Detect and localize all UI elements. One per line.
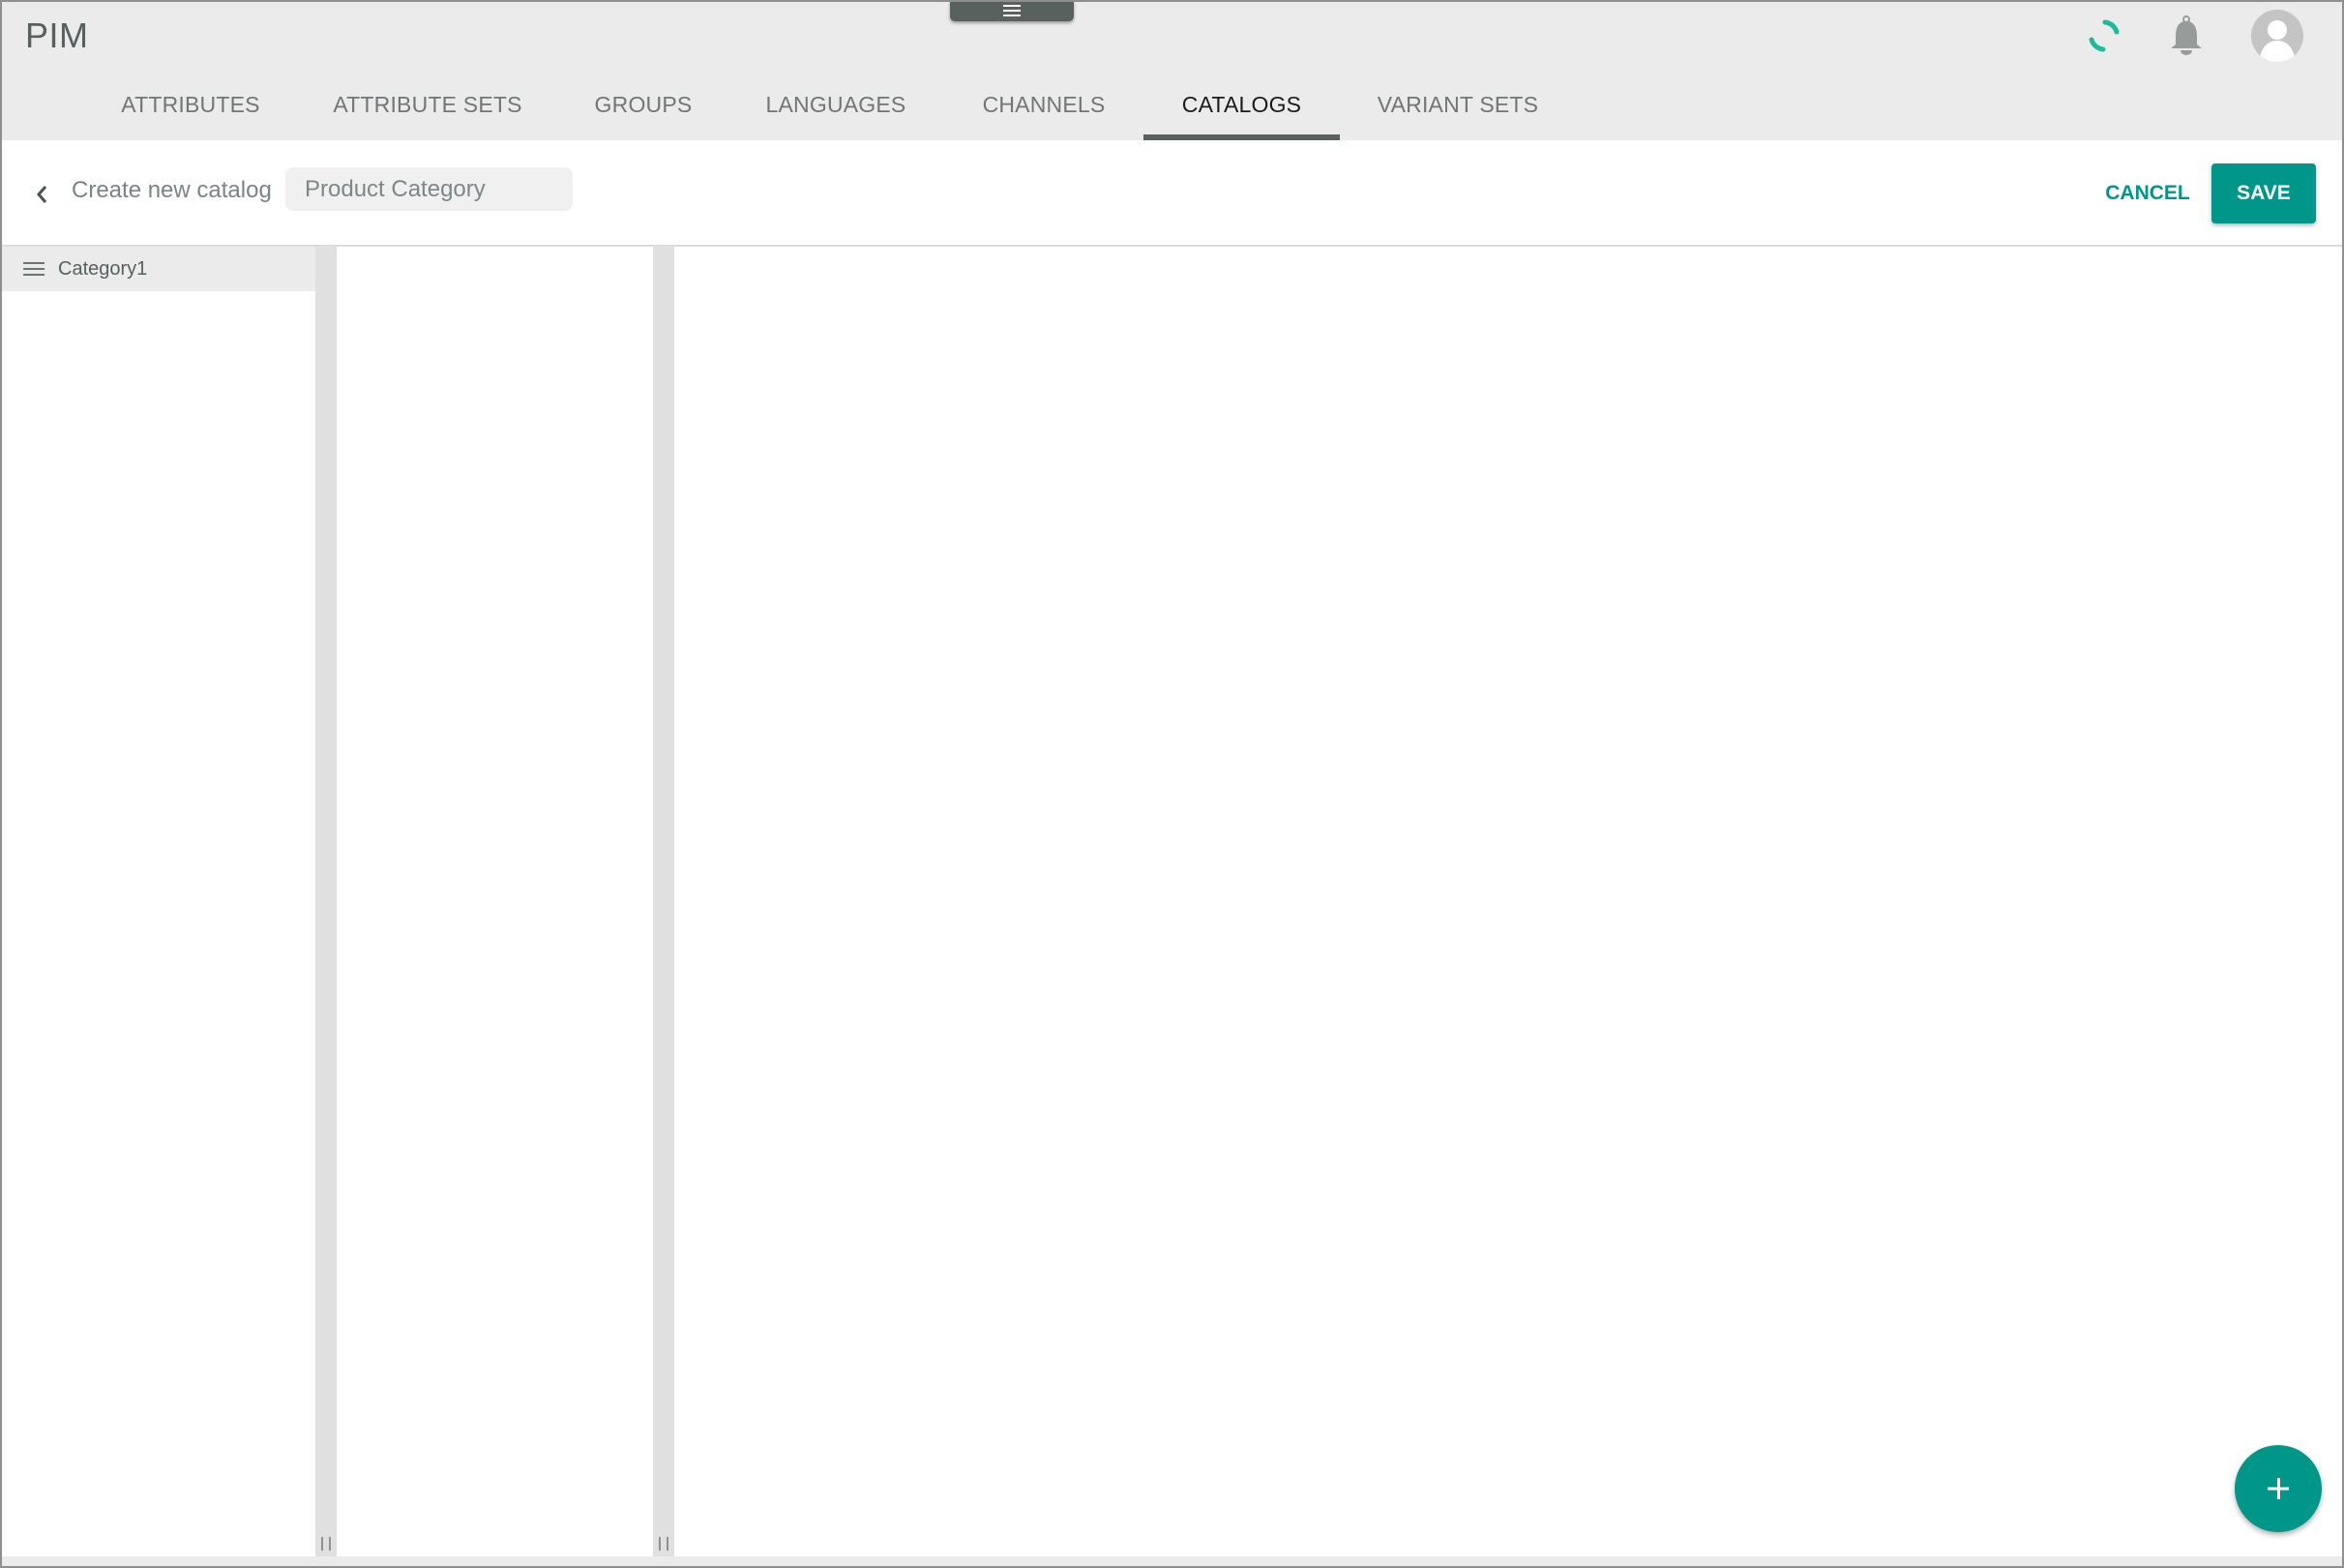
- catalog-toolbar: Create new catalog CANCEL SAVE: [2, 140, 2342, 247]
- tab-label: ATTRIBUTE SETS: [333, 92, 522, 117]
- tree-item[interactable]: Category1: [2, 247, 315, 291]
- menu-icon: [1003, 5, 1021, 16]
- tab-catalogs[interactable]: CATALOGS: [1143, 85, 1340, 140]
- save-button[interactable]: SAVE: [2211, 163, 2316, 223]
- tree-item-label: Category1: [58, 257, 148, 280]
- catalog-name-input[interactable]: [285, 167, 573, 211]
- tab-label: GROUPS: [594, 92, 693, 117]
- drag-handle-icon[interactable]: [23, 262, 45, 276]
- resize-grip-icon: [659, 1537, 668, 1551]
- app-window: PIM ATTRIBUTES ATTRIBUTE SETS GROUPS LAN…: [0, 0, 2344, 1568]
- tab-label: VARIANT SETS: [1377, 92, 1539, 117]
- app-header: PIM ATTRIBUTES ATTRIBUTE SETS GROUPS LAN…: [2, 2, 2342, 140]
- tab-channels[interactable]: CHANNELS: [969, 85, 1118, 140]
- tab-label: ATTRIBUTES: [121, 92, 260, 117]
- loading-spinner-icon: [2089, 19, 2120, 52]
- tree-column-3: [675, 247, 2342, 1556]
- tab-attributes[interactable]: ATTRIBUTES: [113, 85, 268, 140]
- catalog-tree-area: Category1: [2, 247, 2342, 1556]
- tab-label: LANGUAGES: [765, 92, 906, 117]
- cancel-button[interactable]: CANCEL: [2099, 163, 2196, 223]
- page-title: Create new catalog: [72, 177, 272, 203]
- user-avatar[interactable]: [2251, 10, 2303, 62]
- tree-column-2: [337, 247, 653, 1556]
- tab-variant-sets[interactable]: VARIANT SETS: [1366, 85, 1550, 140]
- bell-icon[interactable]: [2168, 15, 2205, 56]
- tree-column-1: Category1: [2, 247, 315, 1556]
- tab-groups[interactable]: GROUPS: [582, 85, 704, 140]
- resize-grip-icon: [321, 1537, 331, 1551]
- app-title: PIM: [25, 15, 89, 55]
- tab-label: CATALOGS: [1181, 92, 1302, 117]
- column-resize-handle[interactable]: [653, 247, 674, 1556]
- plus-icon: [2268, 1478, 2289, 1499]
- column-resize-handle[interactable]: [315, 247, 337, 1556]
- bottom-bar: [2, 1556, 2342, 1566]
- tab-attribute-sets[interactable]: ATTRIBUTE SETS: [326, 85, 529, 140]
- menu-handle-button[interactable]: [950, 2, 1074, 21]
- tab-languages[interactable]: LANGUAGES: [757, 85, 915, 140]
- tab-label: CHANNELS: [982, 92, 1106, 117]
- main-tabs: ATTRIBUTES ATTRIBUTE SETS GROUPS LANGUAG…: [2, 85, 2342, 140]
- user-avatar-icon: [2259, 20, 2296, 62]
- chevron-left-icon[interactable]: [31, 181, 54, 208]
- add-category-button[interactable]: [2235, 1445, 2322, 1532]
